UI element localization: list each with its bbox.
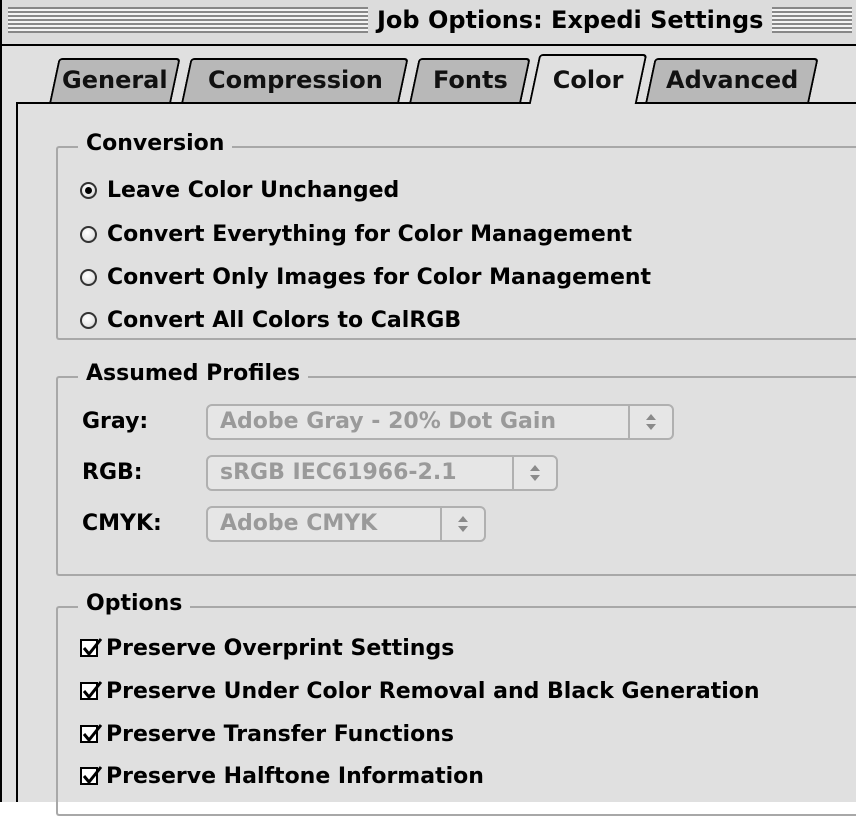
gray-label: Gray: [82,409,149,434]
tab-color-label: Color [552,66,624,94]
up-down-arrows-icon [440,508,484,540]
radio-label: Convert Only Images for Color Management [107,264,652,290]
radio-icon[interactable] [80,311,97,329]
checkbox-preserve-halftone[interactable]: Preserve Halftone Information [80,760,484,792]
tab-fonts[interactable]: Fonts [409,58,531,102]
checkbox-checked-icon[interactable] [80,638,103,657]
tab-general[interactable]: General [49,58,181,102]
tab-compression[interactable]: Compression [181,58,409,102]
radio-convert-all-calrgb[interactable]: Convert All Colors to CalRGB [80,304,461,336]
tab-advanced[interactable]: Advanced [645,58,819,102]
tab-bar: General Compression Fonts Color Advanced [2,44,856,104]
checkbox-label: Preserve Under Color Removal and Black G… [106,678,760,704]
tab-general-label: General [62,66,168,94]
cmyk-label: CMYK: [82,511,162,536]
title-bar-stripes-right [772,7,852,33]
title-bar-stripes-left [8,7,368,33]
conversion-group-title: Conversion [78,130,233,158]
radio-convert-everything[interactable]: Convert Everything for Color Management [80,218,632,250]
tab-color[interactable]: Color [528,54,648,104]
checkbox-label: Preserve Halftone Information [106,763,484,789]
tab-compression-label: Compression [207,66,383,94]
radio-label: Convert Everything for Color Management [107,221,633,247]
rgb-profile-popup[interactable]: sRGB IEC61966-2.1 [206,455,558,491]
radio-leave-color-unchanged[interactable]: Leave Color Unchanged [80,174,399,206]
radio-selected-icon[interactable] [80,181,97,199]
checkbox-preserve-ucr-bg[interactable]: Preserve Under Color Removal and Black G… [80,675,760,707]
job-options-window: Job Options: Expedi Settings General Com… [0,0,856,816]
gray-profile-value: Adobe Gray - 20% Dot Gain [220,409,557,434]
radio-convert-only-images[interactable]: Convert Only Images for Color Management [80,261,651,293]
rgb-label: RGB: [82,460,143,485]
cmyk-profile-popup[interactable]: Adobe CMYK [206,506,486,542]
window-title: Job Options: Expedi Settings [377,6,764,34]
radio-label: Convert All Colors to CalRGB [107,307,462,333]
checkbox-preserve-transfer[interactable]: Preserve Transfer Functions [80,718,454,750]
cmyk-profile-value: Adobe CMYK [220,511,378,536]
radio-label: Leave Color Unchanged [107,177,400,203]
rgb-profile-value: sRGB IEC61966-2.1 [220,460,457,485]
tab-advanced-label: Advanced [665,66,799,94]
checkbox-label: Preserve Overprint Settings [106,635,455,661]
radio-icon[interactable] [80,225,97,243]
tab-fonts-label: Fonts [432,66,508,94]
radio-icon[interactable] [80,268,97,286]
checkbox-checked-icon[interactable] [80,766,103,785]
up-down-arrows-icon [512,457,556,489]
gray-profile-popup[interactable]: Adobe Gray - 20% Dot Gain [206,404,674,440]
up-down-arrows-icon [628,406,672,438]
options-group-title: Options [78,590,191,618]
title-bar[interactable]: Job Options: Expedi Settings [2,0,856,46]
assumed-profiles-group-title: Assumed Profiles [78,360,309,388]
checkbox-preserve-overprint[interactable]: Preserve Overprint Settings [80,632,454,664]
checkbox-checked-icon[interactable] [80,681,103,700]
checkbox-label: Preserve Transfer Functions [106,721,454,747]
checkbox-checked-icon[interactable] [80,724,103,743]
